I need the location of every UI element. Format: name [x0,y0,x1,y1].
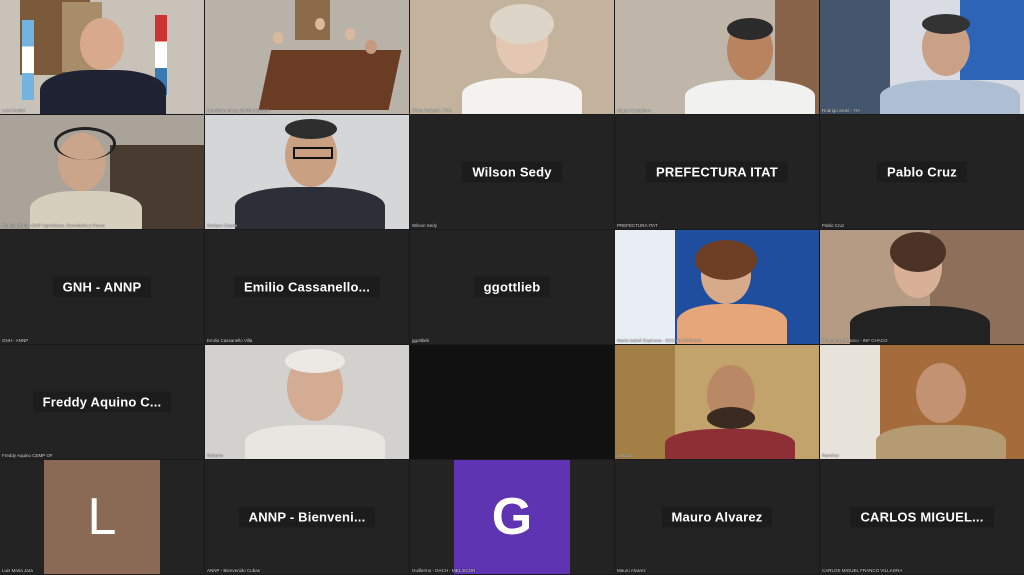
participant-tile[interactable]: Daniela Rudio EMP Agricultura, Ganadería… [0,115,204,229]
participant-caption: Rodrigo Sedó - ITA [822,108,861,113]
participant-tile[interactable]: Emilio Cassanello... Emilio Cassanello V… [205,230,409,344]
participant-tile[interactable]: GNH - ANNP GNH - ANNP [0,230,204,344]
participant-name: CARLOS MIGUEL... [850,506,994,528]
participant-tile[interactable]: ANNP - Bienveni... ANNP - Bienvenido Cub… [205,460,409,574]
participant-tile[interactable]: L Luis Maria Jara [0,460,204,574]
participant-caption: Ramírez [822,453,840,458]
participant-tile[interactable]: PREFECTURA ITAT PREFECTURA ITAT [615,115,819,229]
participant-name: Pablo Cruz [877,161,967,183]
participant-tile[interactable]: Enrique Duarte [205,115,409,229]
participant-name: Mauro Alvarez [661,506,773,528]
participant-name: PREFECTURA ITAT [646,161,788,183]
participant-caption: Silvia Rafaelli - TNA [412,108,452,113]
participant-caption: Luis Maria Jara [2,568,33,573]
video-grid: Luis Paolini Comisión Mixta del Río Para… [0,0,1024,575]
participant-name: Freddy Aquino C... [32,391,172,413]
participant-name: Wilson Sedy [462,161,562,183]
participant-tile[interactable]: Constanza Franco - INF CHACO [820,230,1024,344]
participant-caption: Pablo Cruz [822,223,845,228]
argentina-flag [22,20,34,100]
participant-caption: Daniela Rudio EMP Agricultura, Ganadería… [2,223,105,228]
participant-caption: Wilson Sedy [412,223,438,228]
participant-caption: Miguel Caballero [617,108,651,113]
participant-tile[interactable]: Luis Paolini [0,0,204,114]
participant-caption: Enrique Duarte [207,223,238,228]
participant-caption: PREFECTURA ITAT [617,223,658,228]
participant-caption: María Isabel Espinoza - ECOVIA PARANA [617,338,702,343]
participant-tile[interactable]: Mauro Alvarez Mauro Alvarez [615,460,819,574]
participant-caption: ggottlieb [412,338,430,343]
participant-tile[interactable]: ggottlieb ggottlieb [410,230,614,344]
participant-tile[interactable]: G Guillermo - DACH - MEL ECON [410,460,614,574]
participant-tile[interactable]: Freddy Aquino C... Freddy Aquino CEMP OF [0,345,204,459]
participant-name: GNH - ANNP [52,276,152,298]
participant-tile[interactable]: Wilson Sedy Wilson Sedy [410,115,614,229]
participant-tile[interactable]: Ramírez [820,345,1024,459]
participant-name: ANNP - Bienveni... [238,506,376,528]
participant-caption: Mauro Alvarez [617,568,646,573]
participant-caption: Comisión Mixta del Río Paraná [207,108,270,113]
participant-tile[interactable]: Leandro [615,345,819,459]
participant-caption: Guillermo - DACH - MEL ECON [412,568,476,573]
participant-tile[interactable]: CARLOS MIGUEL... CARLOS MIGUEL FRANCO VI… [820,460,1024,574]
participant-avatar: G [454,460,570,574]
participant-tile[interactable]: Miguel Caballero [615,0,819,114]
participant-caption: ANNP - Bienvenido Cubas [207,568,260,573]
participant-caption: CARLOS MIGUEL FRANCO VILLAGRA [822,568,903,573]
participant-tile[interactable]: Comisión Mixta del Río Paraná [205,0,409,114]
participant-tile[interactable]: Roberto [205,345,409,459]
participant-caption: Emilio Cassanello Villa [207,338,253,343]
participant-tile[interactable]: Rodrigo Sedó - ITA [820,0,1024,114]
participant-tile-empty [410,345,614,459]
participant-caption: Luis Paolini [2,108,26,113]
participant-tile[interactable]: Silvia Rafaelli - TNA [410,0,614,114]
participant-name: ggottlieb [473,276,551,298]
participant-name: Emilio Cassanello... [233,276,381,298]
participant-tile[interactable]: María Isabel Espinoza - ECOVIA PARANA [615,230,819,344]
participant-caption: Constanza Franco - INF CHACO [822,338,888,343]
participant-avatar: L [44,460,160,574]
headset-icon [54,127,116,160]
participant-caption: GNH - ANNP [2,338,29,343]
participant-caption: Leandro [617,453,634,458]
participant-caption: Freddy Aquino CEMP OF [2,453,53,458]
participant-caption: Roberto [207,453,224,458]
participant-tile[interactable]: Pablo Cruz Pablo Cruz [820,115,1024,229]
